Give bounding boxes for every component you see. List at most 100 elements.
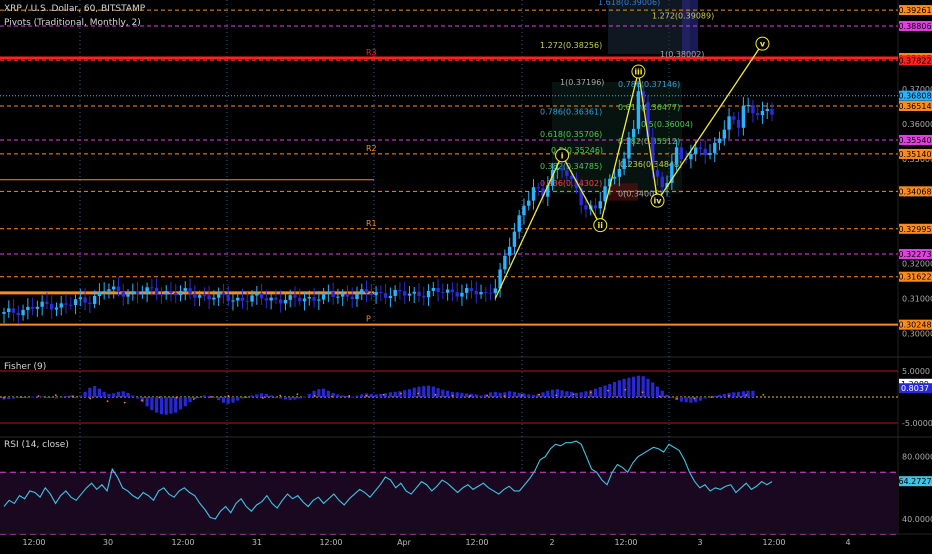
candle-body: [412, 291, 416, 294]
fisher-bar: [197, 397, 202, 398]
candle-body: [312, 296, 316, 301]
fisher-bar: [541, 392, 545, 397]
fisher-signal-dot: [227, 395, 230, 397]
candle-body: [584, 205, 588, 210]
wave-label: i: [561, 151, 564, 160]
wave-label: v: [760, 40, 766, 49]
candle-body: [154, 287, 159, 294]
fisher-signal-dot: [400, 392, 402, 395]
candle-body: [40, 301, 44, 307]
fisher-bar: [217, 397, 221, 401]
fisher-bar: [698, 397, 703, 401]
fisher-bar: [517, 392, 521, 397]
candle-body: [679, 147, 684, 159]
candle-body: [636, 91, 641, 129]
fisher-bar: [717, 394, 722, 397]
candle-body: [698, 147, 703, 149]
chart-stage[interactable]: R3 R2 R1 P 1.618(0.39006) 1.272(0.39089) 1.272…: [0, 0, 932, 550]
fisher-bar: [679, 397, 683, 402]
price-tag-label: 0.35140: [898, 150, 931, 159]
fisher-value-label: 0.8037: [901, 384, 929, 393]
candle-body: [369, 292, 374, 296]
fisher-bar: [660, 390, 664, 397]
candle-body: [402, 291, 407, 296]
fisher-bar: [422, 386, 426, 397]
candle-body: [50, 303, 54, 310]
fisher-bar: [16, 397, 20, 399]
candle-body: [364, 289, 369, 293]
candle-body: [722, 129, 726, 139]
fib-level-label: 1.272(0.38256): [540, 41, 602, 50]
candle-body: [383, 293, 388, 298]
candle-body: [64, 303, 68, 305]
price-tag-label: 0.36514: [898, 102, 931, 111]
fisher-signal-dot: [365, 394, 368, 397]
candle-body: [97, 292, 102, 296]
fisher-signal-dot: [624, 388, 627, 391]
price-tag-label: 0.34068: [898, 187, 931, 196]
fisher-signal-dot: [3, 396, 5, 399]
fisher-signal-dot: [503, 395, 506, 397]
candle-body: [398, 289, 402, 292]
fisher-bar: [288, 397, 292, 401]
price-tag-label: 0.32995: [898, 225, 931, 234]
candle-body: [426, 290, 431, 298]
price-chart-svg[interactable]: R3 R2 R1 P 1.618(0.39006) 1.272(0.39089) 1.272…: [0, 0, 932, 550]
candle-body: [178, 290, 183, 296]
fib-level-label: 0.786(0.37146): [618, 80, 680, 89]
symbol-title: XRP / U.S. Dollar, 60, BITSTAMP: [4, 4, 146, 14]
fib-level-label: 0.382(0.34785): [540, 162, 602, 171]
candle-body: [493, 288, 498, 294]
rsi-band-fill: [0, 472, 898, 535]
candle-body: [755, 113, 760, 116]
fisher-bar: [221, 397, 226, 403]
time-tick-label: 12:00: [22, 538, 45, 547]
candle-body: [212, 297, 216, 300]
candle-body: [374, 291, 378, 296]
candle-body: [54, 307, 59, 310]
candle-body: [517, 215, 521, 232]
fisher-bar: [64, 395, 68, 397]
fisher-signal-dot: [572, 393, 575, 396]
candle-body: [593, 205, 598, 209]
candle-body: [69, 304, 73, 306]
price-tag-label: 0.39261: [898, 6, 931, 15]
candle-body: [474, 290, 478, 295]
candle-body: [765, 109, 769, 111]
fisher-bar: [264, 393, 268, 397]
candle-body: [102, 291, 106, 293]
candle-body: [35, 306, 40, 309]
fisher-signal-dot: [658, 395, 661, 398]
fisher-signal-dot: [261, 397, 264, 399]
wave-label: iii: [634, 68, 642, 77]
candle-body: [484, 292, 488, 294]
fisher-bar: [116, 391, 121, 397]
fisher-bar: [169, 397, 173, 414]
fisher-bar: [560, 390, 564, 397]
candle-body: [131, 291, 135, 294]
candle-body: [231, 300, 235, 302]
fisher-signal-dot: [279, 394, 282, 397]
candle-body: [326, 292, 331, 294]
candle-body: [197, 295, 202, 298]
fisher-bar: [274, 397, 278, 398]
candle-body: [21, 309, 25, 316]
time-tick-label: 30: [103, 538, 113, 547]
fisher-bar: [593, 388, 598, 397]
candle-body: [107, 289, 111, 292]
fisher-signal-dot: [141, 399, 143, 402]
fisher-bar: [11, 397, 16, 399]
price-tag-label: 0.37822: [898, 56, 931, 65]
fisher-signal-dot: [469, 395, 471, 397]
fisher-signal-dot: [158, 396, 161, 399]
fisher-bar: [336, 394, 340, 397]
time-tick-label: 12:00: [614, 538, 637, 547]
fisher-bar: [212, 397, 216, 398]
candle-body: [264, 298, 269, 301]
fib-level-label: 1(0.37196): [560, 78, 604, 87]
fisher-signal-dot: [244, 396, 247, 398]
candle-body: [126, 293, 130, 297]
fisher-bar: [88, 387, 92, 397]
candle-body: [26, 306, 30, 310]
fisher-bar: [121, 391, 125, 397]
